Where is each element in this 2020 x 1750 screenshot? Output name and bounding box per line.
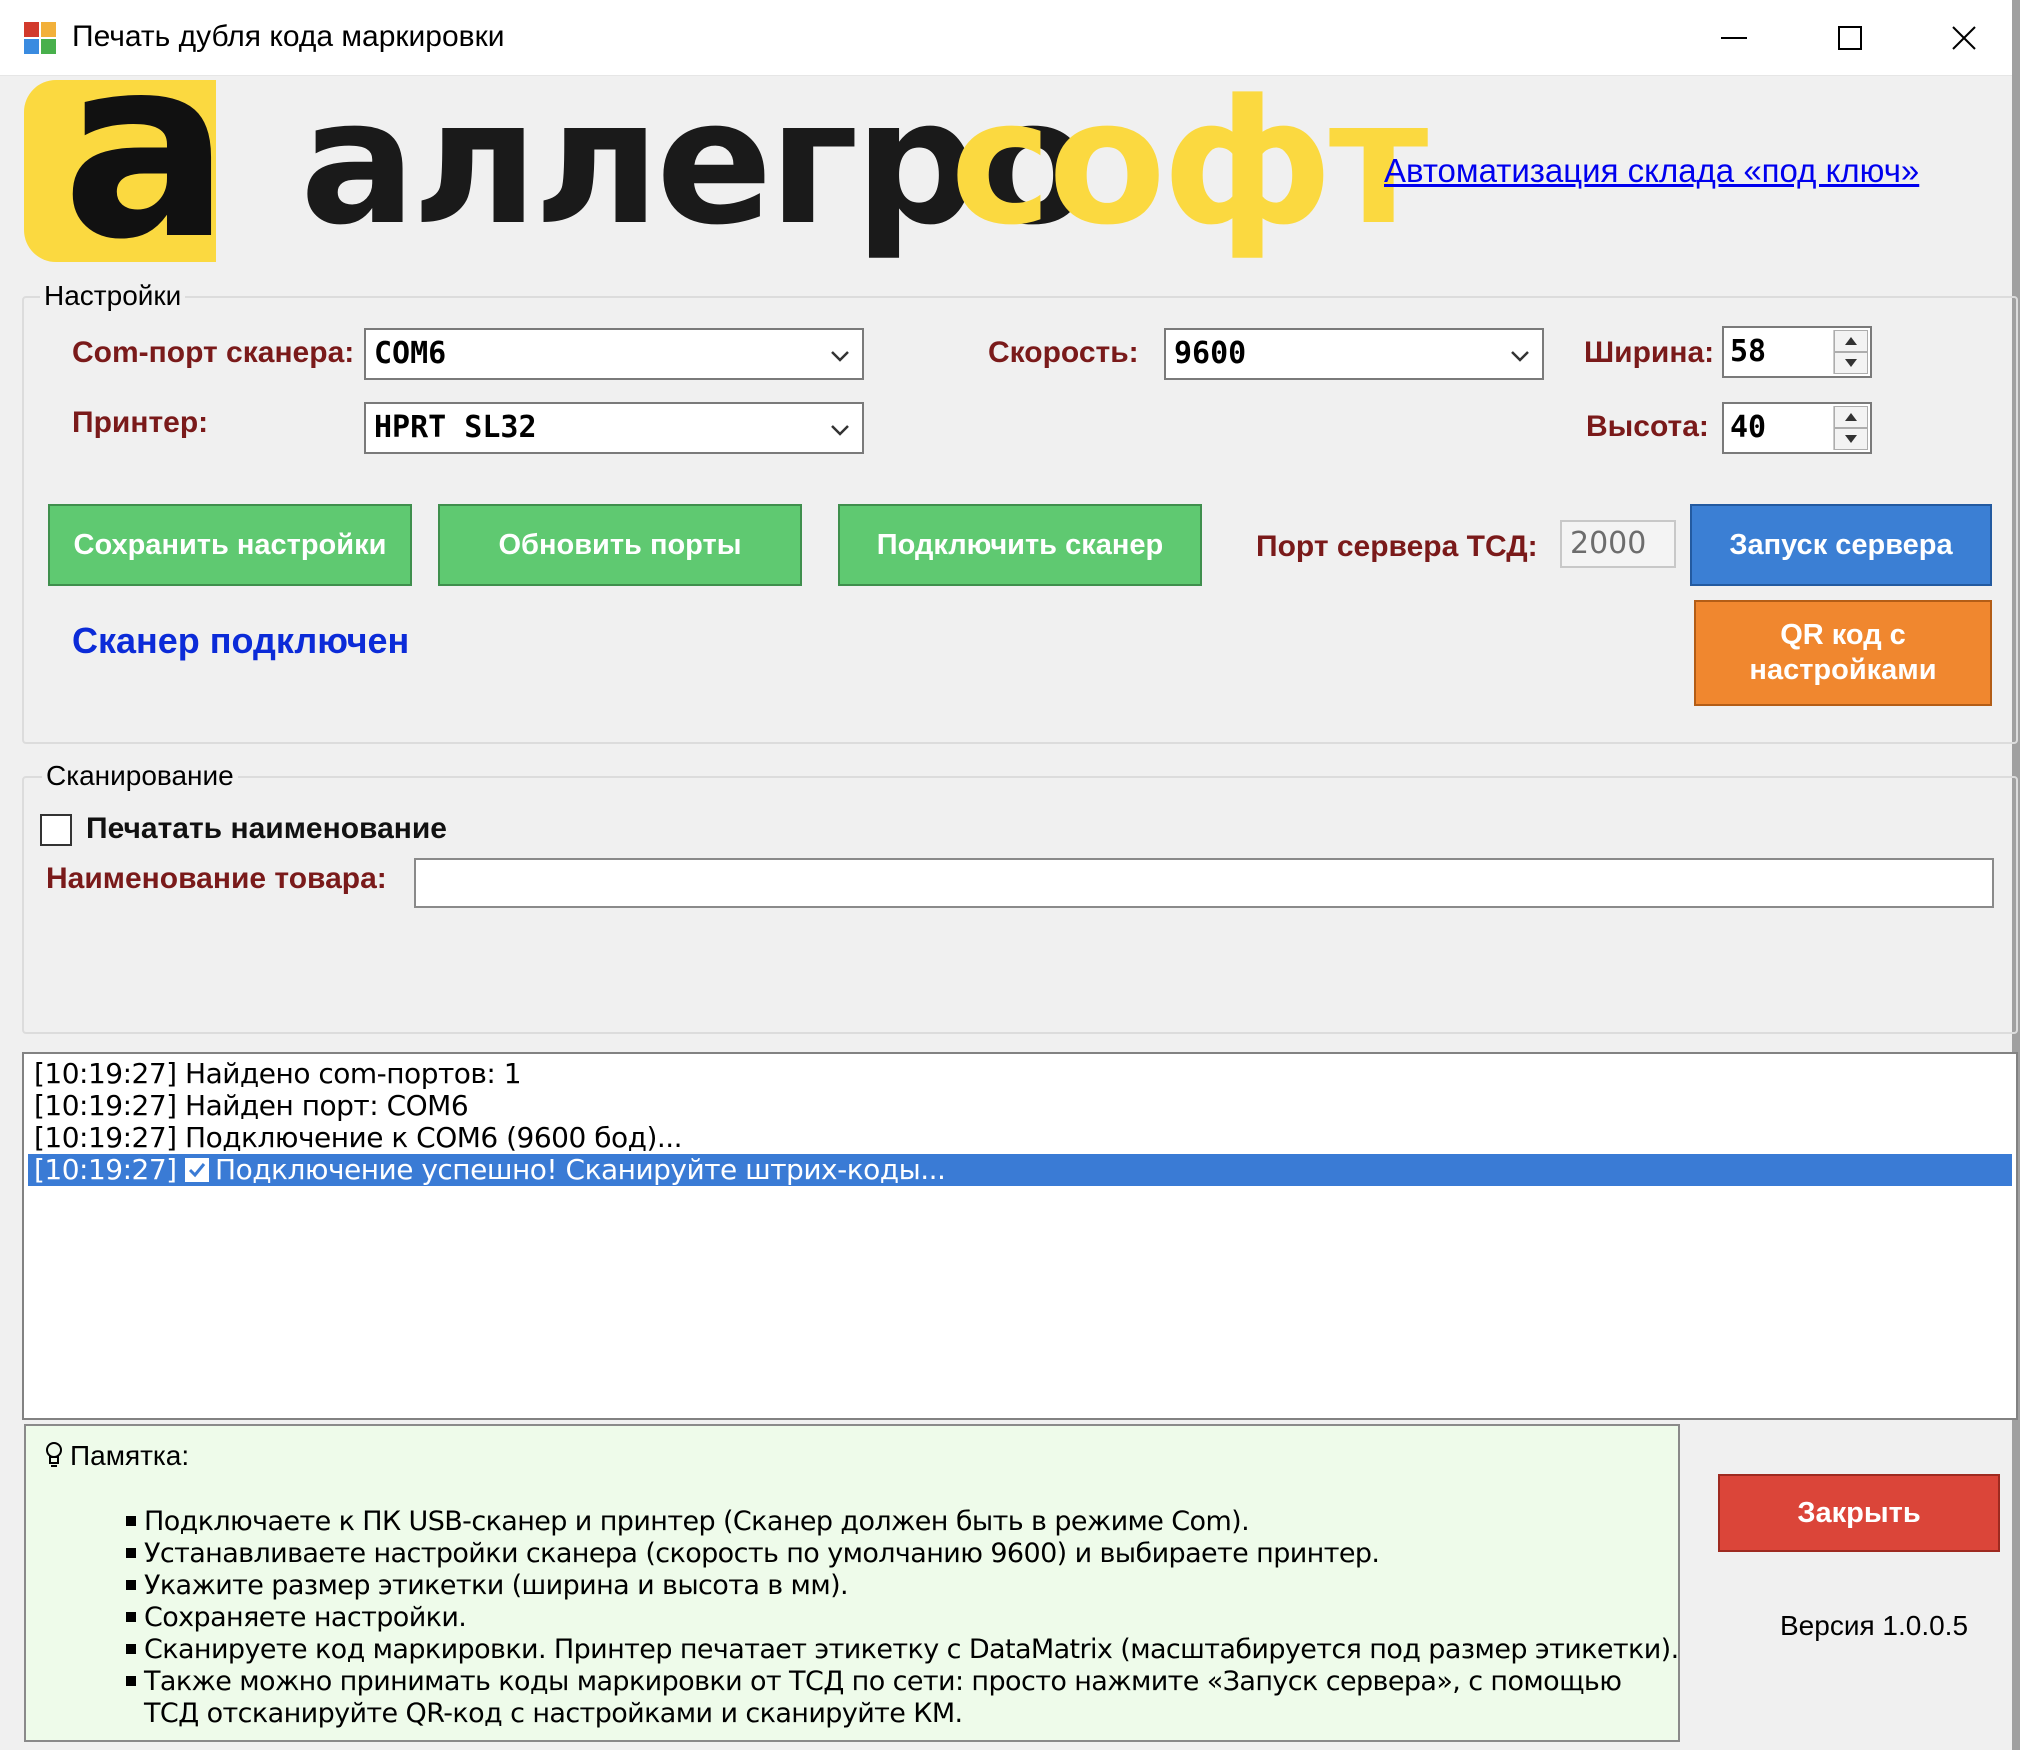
product-name-label: Наименование товара: bbox=[46, 862, 387, 895]
memo-title-text: Памятка: bbox=[70, 1440, 190, 1471]
server-port-label: Порт сервера ТСД: bbox=[1256, 530, 1538, 563]
scanner-status: Сканер подключен bbox=[72, 620, 410, 661]
product-name-input[interactable] bbox=[414, 858, 1994, 908]
log-text: Подключение к COM6 (9600 бод)... bbox=[185, 1121, 683, 1154]
close-button[interactable]: Закрыть bbox=[1718, 1474, 2000, 1552]
promo-link[interactable]: Автоматизация склада «под ключ» bbox=[1384, 152, 1919, 190]
com-port-select[interactable]: COM6 bbox=[364, 328, 864, 380]
height-up-button[interactable] bbox=[1834, 406, 1868, 428]
printer-label: Принтер: bbox=[72, 406, 209, 439]
brand-name-part2: софт bbox=[950, 62, 1428, 263]
log-time: [10:19:27] bbox=[34, 1153, 177, 1186]
log-text: Найдено com-портов: 1 bbox=[185, 1057, 522, 1090]
log-row[interactable]: [10:19:27] Подключение к COM6 (9600 бод)… bbox=[28, 1122, 2012, 1154]
chevron-down-icon bbox=[831, 425, 849, 436]
log-row[interactable]: [10:19:27] Найден порт: COM6 bbox=[28, 1090, 2012, 1122]
width-label: Ширина: bbox=[1584, 336, 1715, 369]
window-title: Печать дубля кода маркировки bbox=[72, 20, 505, 53]
memo-item: Подключаете к ПК USB-сканер и принтер (С… bbox=[126, 1506, 1250, 1537]
minimize-icon bbox=[1721, 37, 1747, 39]
log-time: [10:19:27] bbox=[34, 1089, 177, 1122]
height-label: Высота: bbox=[1586, 410, 1709, 443]
server-port-input[interactable]: 2000 bbox=[1560, 520, 1676, 568]
log-text: Подключение успешно! Сканируйте штрих-ко… bbox=[215, 1153, 946, 1186]
window-close-button[interactable] bbox=[1906, 0, 2020, 76]
print-name-label[interactable]: Печатать наименование bbox=[86, 812, 447, 846]
app-icon bbox=[24, 22, 60, 56]
logo-letter: а bbox=[62, 80, 216, 262]
memo-item: Сохраняете настройки. bbox=[126, 1602, 467, 1633]
checkmark-icon bbox=[185, 1158, 210, 1182]
printer-value: HPRT SL32 bbox=[374, 410, 537, 445]
qr-button-line2: настройками bbox=[1749, 654, 1937, 686]
memo-item: Также можно принимать коды маркировки от… bbox=[126, 1666, 1622, 1697]
chevron-down-icon bbox=[831, 351, 849, 362]
caret-up-icon bbox=[1845, 413, 1857, 421]
maximize-icon bbox=[1838, 26, 1862, 50]
log-time: [10:19:27] bbox=[34, 1057, 177, 1090]
settings-legend: Настройки bbox=[40, 280, 186, 312]
close-icon bbox=[1952, 26, 1976, 50]
memo-item-continuation: ТСД отсканируйте QR-код с настройками и … bbox=[144, 1698, 963, 1729]
memo-item: Сканируете код маркировки. Принтер печат… bbox=[126, 1634, 1679, 1665]
speed-select[interactable]: 9600 bbox=[1164, 328, 1544, 380]
qr-settings-button[interactable]: QR код с настройками bbox=[1694, 600, 1992, 706]
lightbulb-icon bbox=[46, 1442, 62, 1467]
caret-down-icon bbox=[1845, 435, 1857, 443]
save-settings-button[interactable]: Сохранить настройки bbox=[48, 504, 412, 586]
start-server-button[interactable]: Запуск сервера bbox=[1690, 504, 1992, 586]
height-value: 40 bbox=[1730, 410, 1767, 445]
minimize-button[interactable] bbox=[1676, 0, 1792, 76]
com-port-value: COM6 bbox=[374, 336, 447, 371]
memo-item: Укажите размер этикетки (ширина и высота… bbox=[126, 1570, 849, 1601]
log-time: [10:19:27] bbox=[34, 1121, 177, 1154]
height-stepper[interactable]: 40 bbox=[1722, 402, 1872, 454]
caret-up-icon bbox=[1845, 337, 1857, 345]
brand-logo-mark: а bbox=[24, 80, 216, 262]
server-port-value: 2000 bbox=[1570, 526, 1647, 561]
speed-label: Скорость: bbox=[988, 336, 1139, 369]
width-value: 58 bbox=[1730, 334, 1767, 369]
refresh-ports-button[interactable]: Обновить порты bbox=[438, 504, 802, 586]
log-text: Найден порт: COM6 bbox=[185, 1089, 469, 1122]
qr-button-line1: QR код с bbox=[1780, 619, 1906, 652]
com-port-label: Com-порт сканера: bbox=[72, 336, 355, 369]
print-name-checkbox[interactable] bbox=[40, 814, 72, 846]
scanning-legend: Сканирование bbox=[42, 760, 238, 792]
log-row-selected[interactable]: [10:19:27] Подключение успешно! Сканируй… bbox=[28, 1154, 2012, 1186]
height-down-button[interactable] bbox=[1834, 428, 1868, 450]
log-row[interactable]: [10:19:27] Найдено com-портов: 1 bbox=[28, 1058, 2012, 1090]
width-down-button[interactable] bbox=[1834, 352, 1868, 374]
connect-scanner-button[interactable]: Подключить сканер bbox=[838, 504, 1202, 586]
width-stepper[interactable]: 58 bbox=[1722, 326, 1872, 378]
speed-value: 9600 bbox=[1174, 336, 1247, 371]
memo-item: Устанавливаете настройки сканера (скорос… bbox=[126, 1538, 1380, 1569]
maximize-button[interactable] bbox=[1792, 0, 1908, 76]
version-label: Версия 1.0.0.5 bbox=[1780, 1610, 1969, 1641]
width-up-button[interactable] bbox=[1834, 330, 1868, 352]
log-list[interactable]: [10:19:27] Найдено com-портов: 1 [10:19:… bbox=[22, 1052, 2018, 1420]
printer-select[interactable]: HPRT SL32 bbox=[364, 402, 864, 454]
chevron-down-icon bbox=[1511, 351, 1529, 362]
memo-title: Памятка: bbox=[44, 1440, 189, 1472]
caret-down-icon bbox=[1845, 359, 1857, 367]
